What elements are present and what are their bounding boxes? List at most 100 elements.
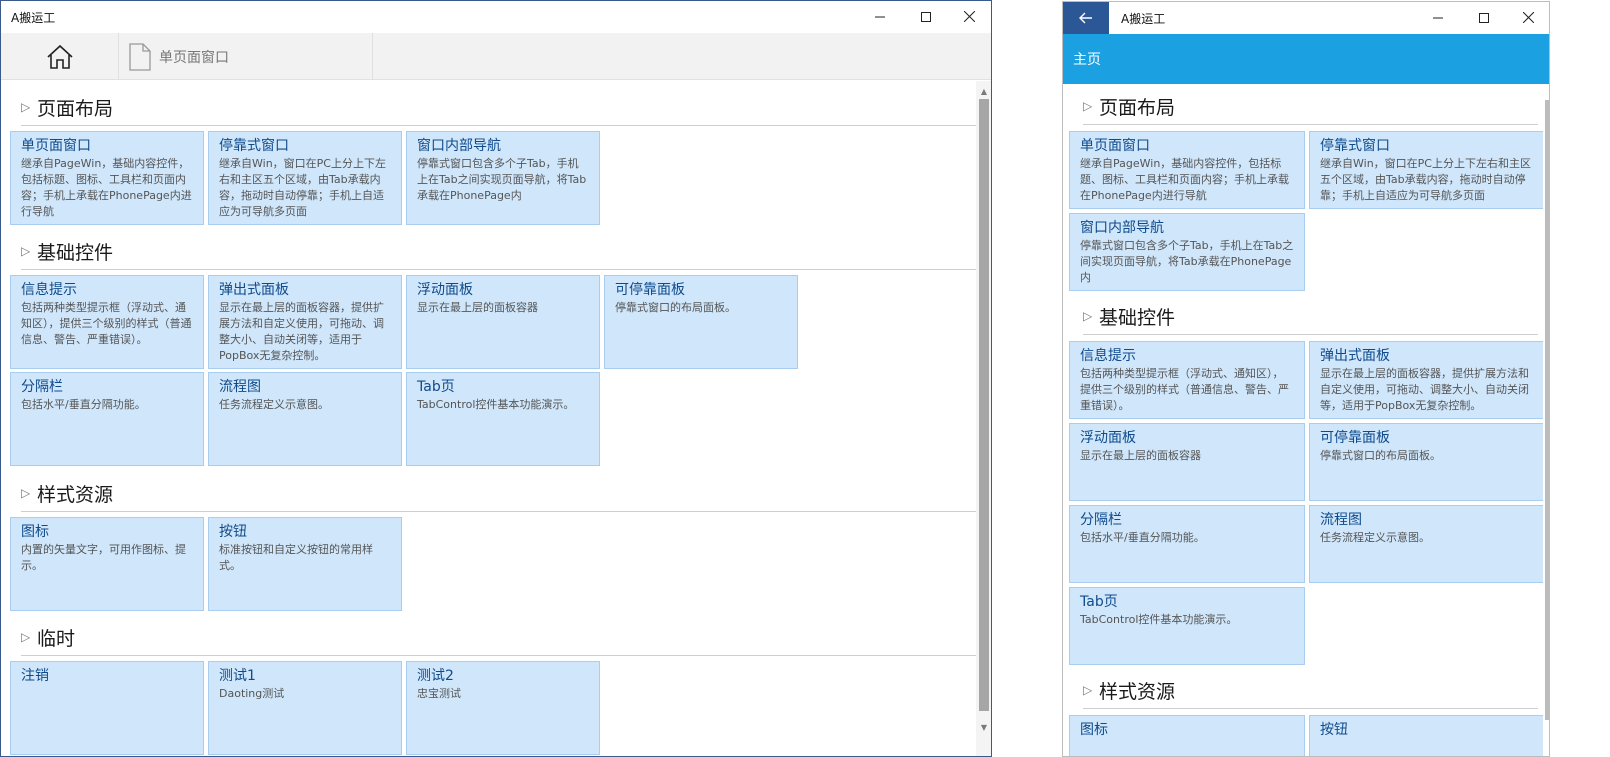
tile-icons[interactable]: 图标 内置的矢量文字，可用作图标、提示。 bbox=[10, 517, 204, 611]
tile-info-tip[interactable]: 信息提示 包括两种类型提示框（浮动式、通知区），提供三个级别的样式（普通信息、警… bbox=[1069, 341, 1305, 419]
document-icon bbox=[129, 42, 151, 71]
tile-title: 测试2 bbox=[417, 668, 454, 684]
section-temporary[interactable]: ▷ 临时 bbox=[21, 625, 976, 661]
tile-floating-panel[interactable]: 浮动面板 显示在最上层的面板容器 bbox=[1069, 423, 1305, 501]
section-title: 基础控件 bbox=[37, 241, 114, 264]
tile-popup-panel[interactable]: 弹出式面板 显示在最上层的面板容器，提供扩展方法和自定义使用，可拖动、调整大小、… bbox=[1309, 341, 1543, 419]
tile-test1[interactable]: 测试1 Daoting测试 bbox=[208, 661, 402, 755]
tile-desc: 显示在最上层的面板容器，提供扩展方法和自定义使用，可拖动、调整大小、自动关闭等，… bbox=[219, 301, 384, 362]
section-title: 基础控件 bbox=[1099, 306, 1176, 329]
tile-title: 信息提示 bbox=[1080, 348, 1136, 364]
section-style-resources[interactable]: ▷ 样式资源 bbox=[21, 481, 976, 517]
tile-tab-page[interactable]: Tab页 TabControl控件基本功能演示。 bbox=[406, 372, 600, 466]
tile-icons[interactable]: 图标 bbox=[1069, 715, 1305, 756]
tile-desc: 包括两种类型提示框（浮动式、通知区），提供三个级别的样式（普通信息、警告、严重错… bbox=[1080, 367, 1289, 412]
tile-desc: 显示在最上层的面板容器，提供扩展方法和自定义使用，可拖动、调整大小、自动关闭等，… bbox=[1320, 367, 1529, 412]
minimize-button[interactable] bbox=[1415, 2, 1461, 33]
section-divider bbox=[21, 269, 976, 270]
tile-flowchart[interactable]: 流程图 任务流程定义示意图。 bbox=[1309, 505, 1543, 583]
tile-single-page-window[interactable]: 单页面窗口 继承自PageWin，基础内容控件，包括标题、图标、工具栏和页面内容… bbox=[1069, 131, 1305, 209]
maximize-button[interactable] bbox=[903, 1, 949, 32]
tile-title: 信息提示 bbox=[21, 282, 77, 298]
tile-desc: 包括水平/垂直分隔功能。 bbox=[21, 398, 146, 411]
tile-dock-window[interactable]: 停靠式窗口 继承自Win，窗口在PC上分上下左右和主区五个区域，由Tab承载内容… bbox=[1309, 131, 1543, 209]
maximize-icon bbox=[1479, 12, 1489, 23]
section-divider bbox=[21, 125, 976, 126]
tile-desc: 显示在最上层的面板容器 bbox=[417, 301, 538, 314]
title-bar: A搬运工 bbox=[1063, 2, 1549, 34]
page-header: 主页 bbox=[1063, 34, 1549, 84]
triangle-right-icon: ▷ bbox=[21, 244, 31, 258]
tile-desc: 停靠式窗口包含多个子Tab，手机上在Tab之间实现页面导航，将Tab承载在Pho… bbox=[1080, 239, 1294, 284]
tile-test2[interactable]: 测试2 忠宝测试 bbox=[406, 661, 600, 755]
tab-label: 单页面窗口 bbox=[159, 49, 229, 66]
tile-flowchart[interactable]: 流程图 任务流程定义示意图。 bbox=[208, 372, 402, 466]
minimize-icon bbox=[875, 16, 885, 17]
tile-title: 测试1 bbox=[219, 668, 256, 684]
scroll-up-icon[interactable]: ▲ bbox=[976, 83, 991, 99]
tile-buttons[interactable]: 按钮 标准按钮和自定义按钮的常用样式。 bbox=[208, 517, 402, 611]
triangle-right-icon: ▷ bbox=[1083, 99, 1093, 113]
back-button[interactable] bbox=[1063, 2, 1109, 34]
tile-title: 注销 bbox=[21, 668, 49, 684]
tab-single-page-window[interactable]: 单页面窗口 bbox=[119, 33, 373, 80]
section-title: 临时 bbox=[37, 627, 76, 650]
section-page-layout[interactable]: ▷ 页面布局 bbox=[1083, 94, 1538, 130]
scroll-thumb[interactable] bbox=[979, 99, 989, 711]
close-icon bbox=[963, 11, 975, 22]
tile-splitter[interactable]: 分隔栏 包括水平/垂直分隔功能。 bbox=[1069, 505, 1305, 583]
vertical-scrollbar[interactable] bbox=[1545, 100, 1549, 720]
section-title: 样式资源 bbox=[1099, 680, 1176, 703]
scroll-down-icon[interactable]: ▼ bbox=[976, 719, 991, 735]
tile-title: 图标 bbox=[21, 524, 49, 540]
triangle-right-icon: ▷ bbox=[1083, 309, 1093, 323]
tile-desc: 继承自Win，窗口在PC上分上下左右和主区五个区域，由Tab承载内容，拖动时自动… bbox=[219, 157, 386, 218]
tile-buttons[interactable]: 按钮 bbox=[1309, 715, 1543, 756]
tile-window-navigation[interactable]: 窗口内部导航 停靠式窗口包含多个子Tab，手机上在Tab之间实现页面导航，将Ta… bbox=[1069, 213, 1305, 291]
tile-title: Tab页 bbox=[417, 379, 455, 395]
tile-title: 窗口内部导航 bbox=[1080, 220, 1164, 236]
triangle-right-icon: ▷ bbox=[1083, 683, 1093, 697]
tile-title: 按钮 bbox=[219, 524, 247, 540]
tile-desc: 包括两种类型提示框（浮动式、通知区），提供三个级别的样式（普通信息、警告、严重错… bbox=[21, 301, 192, 346]
close-button[interactable] bbox=[946, 1, 991, 32]
home-icon bbox=[46, 44, 73, 69]
tile-desc: 任务流程定义示意图。 bbox=[1320, 531, 1430, 544]
tile-dock-window[interactable]: 停靠式窗口 继承自Win，窗口在PC上分上下左右和主区五个区域，由Tab承载内容… bbox=[208, 131, 402, 225]
tile-single-page-window[interactable]: 单页面窗口 继承自PageWin，基础内容控件，包括标题、图标、工具栏和页面内容… bbox=[10, 131, 204, 225]
tile-floating-panel[interactable]: 浮动面板 显示在最上层的面板容器 bbox=[406, 275, 600, 369]
main-content: ▷ 页面布局 单页面窗口 继承自PageWin，基础内容控件，包括标题、图标、工具… bbox=[1, 81, 976, 756]
tile-tab-page[interactable]: Tab页 TabControl控件基本功能演示。 bbox=[1069, 587, 1305, 665]
tile-title: 流程图 bbox=[1320, 512, 1362, 528]
triangle-right-icon: ▷ bbox=[21, 486, 31, 500]
tile-desc: 停靠式窗口的布局面板。 bbox=[1320, 449, 1441, 462]
tile-title: 按钮 bbox=[1320, 722, 1348, 738]
tile-dockable-panel[interactable]: 可停靠面板 停靠式窗口的布局面板。 bbox=[1309, 423, 1543, 501]
tile-title: 停靠式窗口 bbox=[219, 138, 289, 154]
triangle-right-icon: ▷ bbox=[21, 630, 31, 644]
tile-popup-panel[interactable]: 弹出式面板 显示在最上层的面板容器，提供扩展方法和自定义使用，可拖动、调整大小、… bbox=[208, 275, 402, 369]
tile-splitter[interactable]: 分隔栏 包括水平/垂直分隔功能。 bbox=[10, 372, 204, 466]
maximize-button[interactable] bbox=[1461, 2, 1507, 33]
triangle-right-icon: ▷ bbox=[21, 100, 31, 114]
minimize-button[interactable] bbox=[857, 1, 903, 32]
tile-info-tip[interactable]: 信息提示 包括两种类型提示框（浮动式、通知区），提供三个级别的样式（普通信息、警… bbox=[10, 275, 204, 369]
section-basic-controls[interactable]: ▷ 基础控件 bbox=[1083, 304, 1538, 340]
tile-title: 分隔栏 bbox=[21, 379, 63, 395]
tile-title: 单页面窗口 bbox=[1080, 138, 1150, 154]
section-basic-controls[interactable]: ▷ 基础控件 bbox=[21, 239, 976, 275]
tile-desc: 继承自Win，窗口在PC上分上下左右和主区五个区域，由Tab承载内容，拖动时自动… bbox=[1320, 157, 1531, 202]
desktop-window: A搬运工 单页面窗口 ▷ 页面布局 单页面窗口 继承自PageWin，基础内容控… bbox=[0, 0, 992, 757]
tile-logout[interactable]: 注销 bbox=[10, 661, 204, 755]
section-title: 页面布局 bbox=[37, 97, 114, 120]
section-divider bbox=[21, 511, 976, 512]
tile-desc: 继承自PageWin，基础内容控件，包括标题、图标、工具栏和页面内容；手机上承载… bbox=[1080, 157, 1289, 202]
tile-desc: 标准按钮和自定义按钮的常用样式。 bbox=[219, 543, 373, 572]
vertical-scrollbar[interactable]: ▲ ▼ bbox=[976, 81, 991, 756]
section-page-layout[interactable]: ▷ 页面布局 bbox=[21, 95, 976, 131]
tile-window-navigation[interactable]: 窗口内部导航 停靠式窗口包含多个子Tab，手机上在Tab之间实现页面导航，将Ta… bbox=[406, 131, 600, 225]
section-style-resources[interactable]: ▷ 样式资源 bbox=[1083, 678, 1538, 714]
tile-dockable-panel[interactable]: 可停靠面板 停靠式窗口的布局面板。 bbox=[604, 275, 798, 369]
home-tab[interactable] bbox=[1, 33, 119, 80]
close-button[interactable] bbox=[1505, 2, 1549, 33]
